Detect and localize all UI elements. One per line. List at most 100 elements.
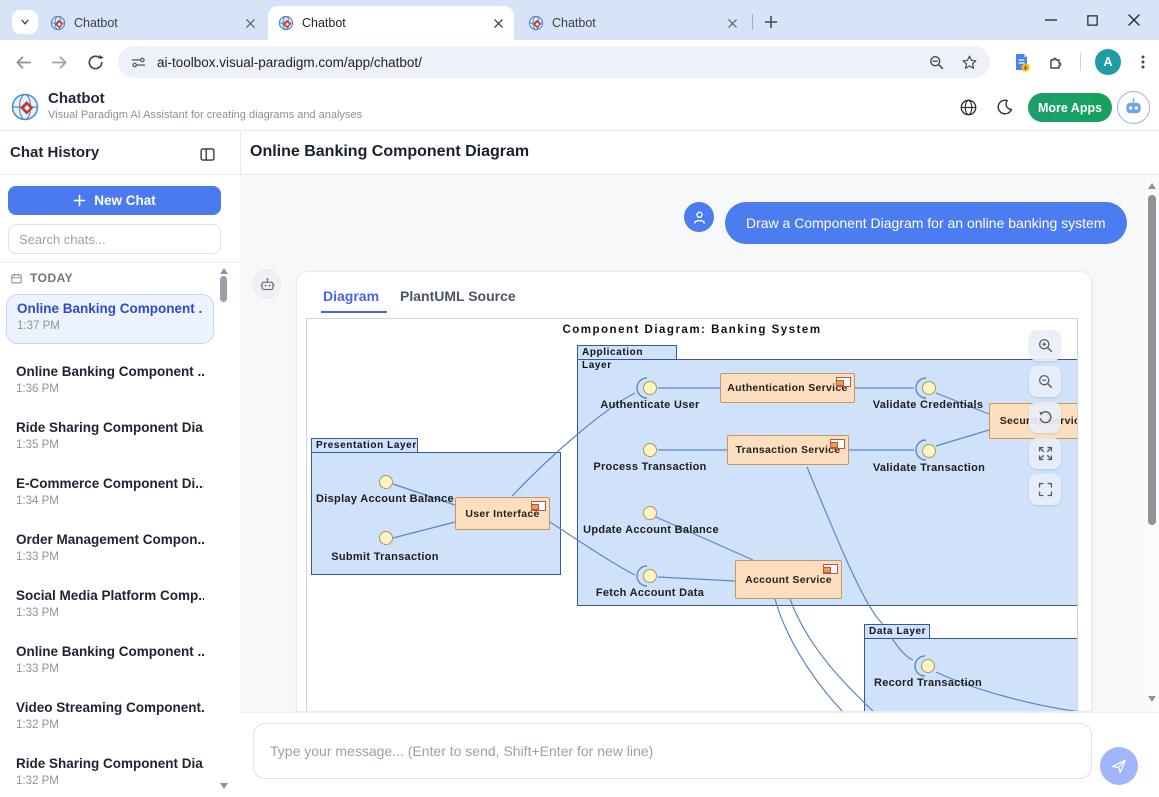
close-icon[interactable]: [727, 18, 738, 29]
forward-icon[interactable]: [48, 51, 70, 73]
menu-kebab-icon[interactable]: [1135, 54, 1151, 70]
chat-history-item[interactable]: Video Streaming Component... 1:32 PM: [6, 694, 214, 744]
chat-item-time: 1:33 PM: [16, 551, 204, 563]
new-tab-plus-icon: [764, 15, 778, 29]
browser-tab-1[interactable]: Chatbot: [40, 6, 266, 40]
interface-submit-transaction[interactable]: [379, 531, 393, 545]
interface-label: Process Transaction: [593, 461, 706, 473]
chat-history-item[interactable]: Ride Sharing Component Dia... 1:35 PM: [6, 414, 214, 464]
minimize-icon[interactable]: [1044, 13, 1058, 27]
browser-tab-2-active[interactable]: Chatbot: [268, 6, 514, 40]
chat-item-time: 1:34 PM: [16, 495, 204, 507]
search-chats-input[interactable]: [8, 224, 221, 254]
send-button[interactable]: [1100, 747, 1138, 785]
chat-history-item[interactable]: E-Commerce Component Di... 1:34 PM: [6, 470, 214, 520]
interface-process-transaction[interactable]: [643, 443, 657, 457]
diagram-viewport[interactable]: Component Diagram: Banking System: [306, 318, 1078, 712]
new-chat-button[interactable]: New Chat: [8, 186, 221, 215]
assistant-robot-icon[interactable]: [1117, 91, 1150, 124]
new-tab-button[interactable]: [758, 9, 784, 35]
interface-display-account-balance[interactable]: [379, 475, 393, 489]
tab-plantuml-source[interactable]: PlantUML Source: [400, 288, 516, 304]
favicon-visual-paradigm: [278, 15, 294, 31]
reset-view-icon: [1037, 409, 1054, 426]
interface-label: Update Account Balance: [583, 524, 719, 536]
interface-update-account-balance[interactable]: [643, 506, 657, 520]
uml-component-icon: [823, 564, 838, 574]
globe-icon[interactable]: [951, 90, 985, 124]
component-authentication-service[interactable]: Authentication Service: [720, 373, 855, 403]
dark-mode-moon-icon[interactable]: [988, 90, 1022, 124]
tab-search-button[interactable]: [12, 10, 38, 34]
back-icon[interactable]: [12, 51, 34, 73]
component-label: Authentication Service: [727, 382, 847, 394]
zoom-in-button[interactable]: [1029, 330, 1061, 361]
message-input[interactable]: [253, 723, 1092, 779]
chat-history-item[interactable]: Ride Sharing Component Dia... 1:32 PM: [6, 750, 214, 797]
interface-validate-credentials[interactable]: [922, 381, 936, 395]
chat-history-item[interactable]: Social Media Platform Comp... 1:33 PM: [6, 582, 214, 632]
panel-toggle-icon[interactable]: [197, 144, 217, 164]
page-zoom-icon[interactable]: [928, 54, 945, 71]
reading-list-extension-icon[interactable]: [1010, 51, 1032, 73]
interface-label: Authenticate User: [600, 399, 699, 411]
more-apps-button[interactable]: More Apps: [1028, 93, 1112, 122]
plus-icon: [73, 194, 86, 207]
scrollbar-thumb[interactable]: [220, 276, 227, 302]
favicon-visual-paradigm: [528, 15, 544, 31]
url-text[interactable]: ai-toolbox.visual-paradigm.com/app/chatb…: [157, 55, 928, 70]
chat-history-item[interactable]: Online Banking Component ... 1:36 PM: [6, 358, 214, 408]
close-icon[interactable]: [493, 18, 504, 29]
user-message-bubble: Draw a Component Diagram for an online b…: [725, 202, 1127, 244]
package-presentation-layer-tab: Presentation Layer: [311, 438, 418, 452]
interface-label: Record Transaction: [874, 677, 982, 689]
extensions-puzzle-icon[interactable]: [1046, 52, 1066, 72]
component-transaction-service[interactable]: Transaction Service: [727, 435, 849, 465]
toolbar-right-icons: A: [1010, 46, 1151, 78]
tab-search-chevron-icon: [19, 16, 31, 28]
interface-authenticate-user[interactable]: [643, 381, 657, 395]
scroll-up-arrow[interactable]: [220, 268, 228, 274]
diagram-connectors: [307, 319, 1078, 712]
reload-icon[interactable]: [84, 51, 106, 73]
interface-fetch-account-data[interactable]: [643, 569, 657, 583]
app-title: Chatbot: [48, 90, 105, 107]
fit-screen-button[interactable]: [1029, 474, 1061, 505]
toolbar-separator: [1080, 53, 1081, 71]
zoom-out-button[interactable]: [1029, 366, 1061, 397]
component-user-interface[interactable]: User Interface: [455, 497, 550, 530]
chat-history-title: Chat History: [10, 144, 99, 161]
component-label: Transaction Service: [736, 444, 841, 456]
scrollbar-thumb[interactable]: [1148, 195, 1156, 525]
address-bar[interactable]: ai-toolbox.visual-paradigm.com/app/chatb…: [118, 46, 990, 78]
scroll-down-arrow[interactable]: [1148, 696, 1156, 702]
tab-diagram[interactable]: Diagram: [323, 288, 379, 304]
component-account-service[interactable]: Account Service: [735, 560, 842, 599]
chat-history-item[interactable]: Order Management Compon... 1:33 PM: [6, 526, 214, 576]
browser-tab-3[interactable]: Chatbot: [518, 6, 748, 40]
site-settings-icon[interactable]: [130, 54, 147, 71]
close-icon[interactable]: [245, 18, 256, 29]
diagram-response-card: Diagram PlantUML Source Component Diagra…: [296, 271, 1092, 712]
interface-label: Display Account Balance: [316, 493, 454, 505]
chat-scrollbar[interactable]: [1145, 177, 1158, 710]
package-data-layer-tab: Data Layer: [864, 624, 930, 638]
close-window-icon[interactable]: [1127, 13, 1141, 27]
chat-item-title: Online Banking Component ...: [16, 364, 204, 379]
bot-avatar: [252, 269, 282, 299]
interface-validate-transaction[interactable]: [922, 444, 936, 458]
zoom-in-icon: [1037, 337, 1054, 354]
interface-record-transaction[interactable]: [921, 659, 935, 673]
chat-history-item[interactable]: Online Banking Component ... 1:33 PM: [6, 638, 214, 688]
expand-button[interactable]: [1029, 438, 1061, 469]
scroll-up-arrow[interactable]: [1148, 183, 1156, 189]
scroll-down-arrow[interactable]: [220, 783, 228, 789]
chat-history-item[interactable]: Online Banking Component ... 1:37 PM: [6, 294, 214, 344]
sidebar-scrollbar[interactable]: [218, 265, 230, 793]
bookmark-star-icon[interactable]: [961, 54, 978, 71]
interface-label: Validate Credentials: [873, 399, 984, 411]
maximize-icon[interactable]: [1086, 14, 1099, 27]
component-label: User Interface: [465, 508, 539, 520]
profile-avatar[interactable]: A: [1095, 49, 1121, 75]
reset-view-button[interactable]: [1029, 402, 1061, 433]
